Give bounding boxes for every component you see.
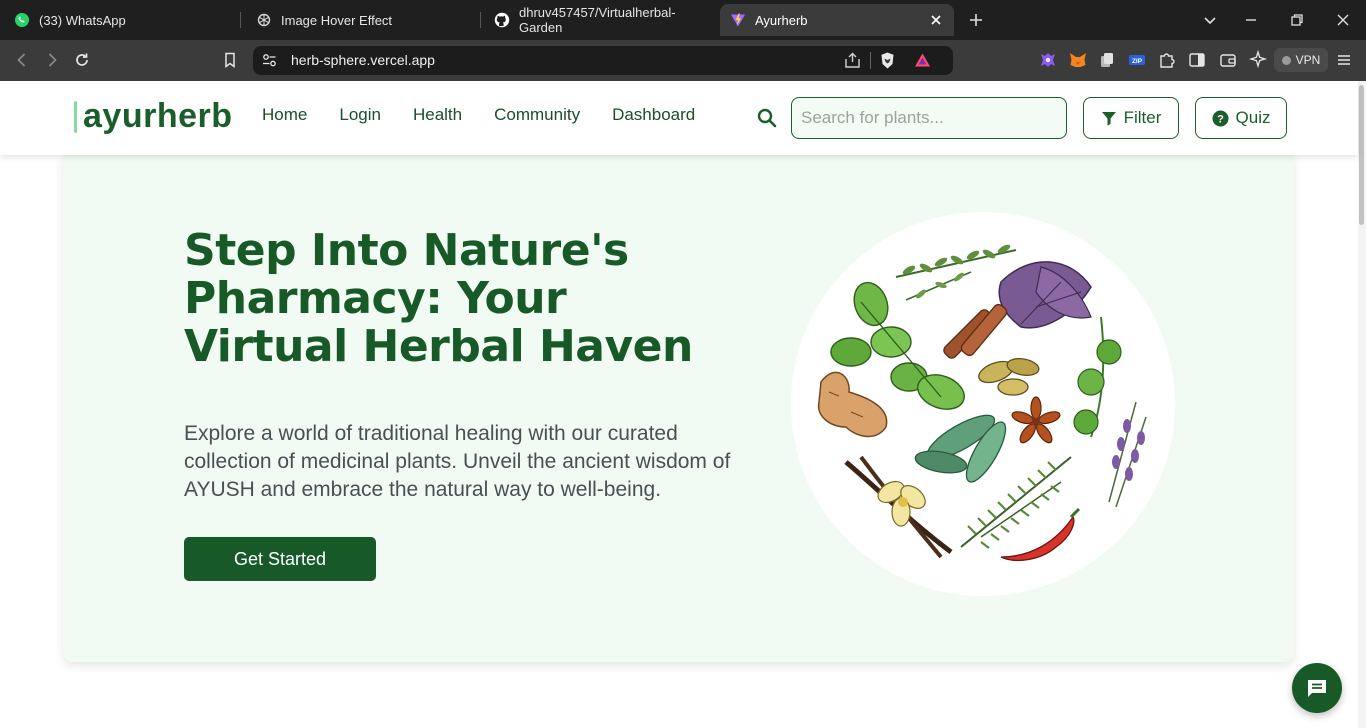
cilantro-icon bbox=[1073, 316, 1122, 438]
sidebar-toggle-icon[interactable] bbox=[1187, 50, 1207, 70]
site-navbar: ayurherb Home Login Health Community Das… bbox=[0, 81, 1358, 155]
reload-icon[interactable] bbox=[72, 50, 92, 70]
brave-shields-icon[interactable] bbox=[878, 51, 897, 70]
cardamom-pods-icon bbox=[978, 357, 1040, 396]
nav-link-community[interactable]: Community bbox=[494, 105, 580, 125]
share-icon[interactable] bbox=[843, 51, 862, 70]
logo-accent-bar bbox=[74, 100, 77, 133]
vite-icon bbox=[731, 13, 745, 27]
nav-link-dashboard[interactable]: Dashboard bbox=[612, 105, 695, 125]
purple-basil-icon bbox=[998, 261, 1092, 329]
svg-text:?: ? bbox=[1217, 113, 1224, 125]
minimize-icon[interactable] bbox=[1241, 10, 1261, 30]
tab-search-chevron-icon[interactable] bbox=[1200, 10, 1220, 30]
vanilla-flower-icon bbox=[844, 455, 953, 559]
star-anise-icon bbox=[1011, 396, 1061, 444]
tab-title: Ayurherb bbox=[755, 12, 808, 28]
extension-purple-icon[interactable] bbox=[1038, 50, 1058, 70]
tab-title: (33) WhatsApp bbox=[39, 12, 126, 28]
forward-icon[interactable] bbox=[42, 50, 62, 70]
red-chili-icon bbox=[1000, 507, 1081, 561]
tab-ayurherb[interactable]: Ayurherb bbox=[720, 4, 954, 36]
herbs-collage-image bbox=[817, 244, 1147, 561]
tab-image-hover-effect[interactable]: Image Hover Effect bbox=[246, 4, 478, 36]
restore-icon[interactable] bbox=[1287, 10, 1307, 30]
chat-widget-button[interactable] bbox=[1292, 663, 1342, 713]
page-scrollbar-thumb[interactable] bbox=[1359, 85, 1364, 225]
brave-rewards-icon[interactable] bbox=[913, 51, 932, 70]
eucalyptus-leaves-icon bbox=[914, 414, 1007, 483]
copy-extension-icon[interactable] bbox=[1097, 50, 1117, 70]
address-bar[interactable]: herb-sphere.vercel.app bbox=[253, 46, 953, 75]
hero-description: Explore a world of traditional healing w… bbox=[184, 422, 731, 501]
logo-text: ayurherb bbox=[83, 97, 233, 135]
thyme-sprig-icon bbox=[895, 244, 1017, 301]
browser-menu-icon[interactable] bbox=[1334, 50, 1354, 70]
browser-tab-bar: (33) WhatsApp Image Hover Effect dhruv45… bbox=[0, 0, 1366, 40]
site-logo[interactable]: ayurherb bbox=[74, 97, 233, 136]
chat-bubble-icon bbox=[1308, 680, 1326, 697]
close-window-icon[interactable] bbox=[1333, 10, 1353, 30]
filter-label: Filter bbox=[1123, 108, 1162, 127]
leo-ai-icon[interactable] bbox=[1248, 50, 1268, 70]
tab-whatsapp[interactable]: (33) WhatsApp bbox=[4, 4, 240, 36]
nav-links: Home Login Health Community Dashboard bbox=[262, 105, 727, 125]
web-page: ayurherb Home Login Health Community Das… bbox=[0, 81, 1366, 728]
question-circle-icon: ? bbox=[1212, 110, 1229, 126]
nav-link-home[interactable]: Home bbox=[262, 105, 307, 125]
plant-search-input[interactable] bbox=[791, 97, 1067, 139]
site-settings-icon[interactable] bbox=[261, 52, 278, 69]
tab-github-repo[interactable]: dhruv457457/Virtualherbal-Garden bbox=[484, 4, 716, 36]
tab-title: Image Hover Effect bbox=[281, 12, 393, 28]
chatgpt-icon bbox=[257, 13, 271, 27]
new-tab-icon[interactable] bbox=[966, 10, 986, 30]
vpn-label: VPN bbox=[1295, 53, 1321, 67]
herbs-illustration bbox=[791, 212, 1175, 596]
filter-button[interactable]: Filter bbox=[1083, 97, 1179, 139]
metamask-fox-icon[interactable] bbox=[1068, 50, 1088, 70]
tab-separator bbox=[480, 12, 481, 28]
vpn-button[interactable]: VPN bbox=[1274, 48, 1328, 72]
extensions-puzzle-icon[interactable] bbox=[1157, 50, 1177, 70]
back-icon[interactable] bbox=[12, 50, 32, 70]
search-icon[interactable] bbox=[756, 107, 778, 129]
hero-section: Step Into Nature's Pharmacy: Your Virtua… bbox=[63, 155, 1294, 662]
zip-extension-icon[interactable]: ZIP bbox=[1127, 50, 1147, 70]
github-icon bbox=[494, 12, 510, 28]
lavender-icon bbox=[1108, 401, 1147, 508]
close-tab-icon[interactable] bbox=[928, 12, 944, 28]
whatsapp-icon bbox=[15, 13, 29, 27]
nav-link-login[interactable]: Login bbox=[339, 105, 381, 125]
omnibox-divider bbox=[870, 52, 871, 69]
nav-link-health[interactable]: Health bbox=[413, 105, 462, 125]
filter-funnel-icon bbox=[1101, 112, 1116, 126]
tab-separator bbox=[240, 12, 241, 28]
wallet-icon[interactable] bbox=[1218, 50, 1238, 70]
tab-title: dhruv457457/Virtualherbal-Garden bbox=[519, 5, 676, 35]
vpn-status-dot bbox=[1281, 55, 1291, 65]
svg-text:ZIP: ZIP bbox=[1132, 58, 1143, 65]
url-text: herb-sphere.vercel.app bbox=[291, 52, 435, 68]
quiz-button[interactable]: ? Quiz bbox=[1195, 97, 1287, 139]
quiz-label: Quiz bbox=[1235, 108, 1271, 127]
bookmark-icon[interactable] bbox=[220, 50, 240, 70]
ginger-root-icon bbox=[817, 371, 888, 438]
get-started-button[interactable]: Get Started bbox=[184, 537, 376, 581]
hero-title: Step Into Nature's Pharmacy: Your Virtua… bbox=[184, 225, 693, 372]
cinnamon-sticks-icon bbox=[943, 303, 1008, 359]
